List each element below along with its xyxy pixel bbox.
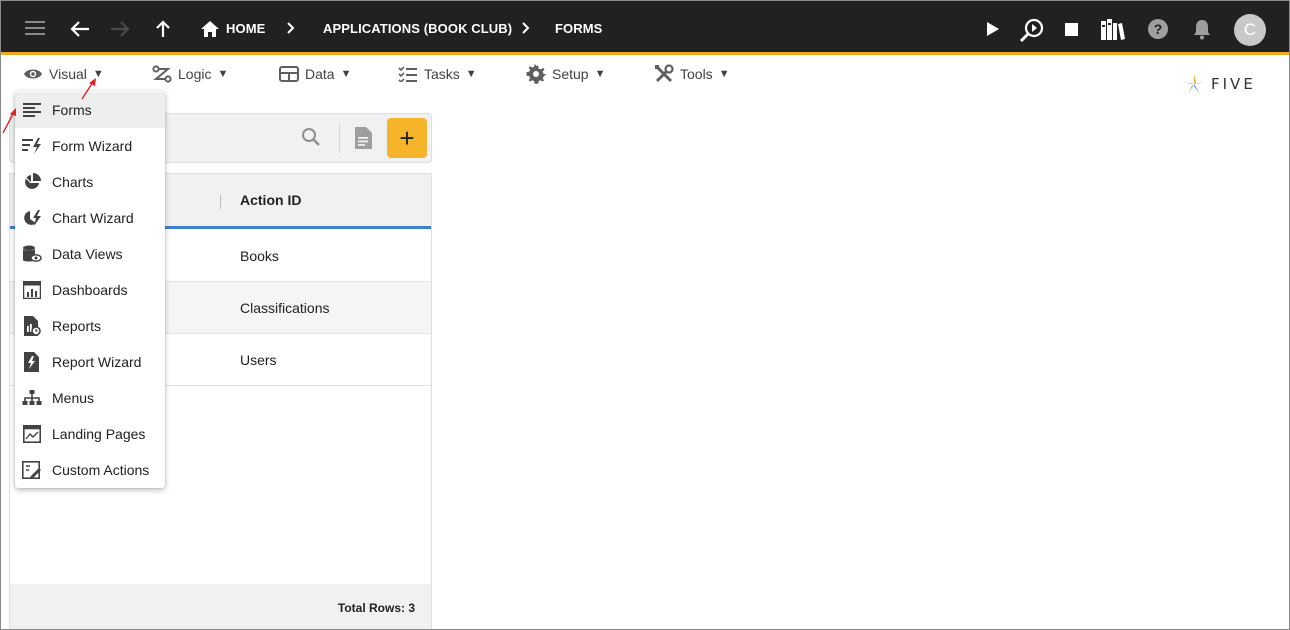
dropdown-item-label: Form Wizard (52, 138, 133, 154)
caret-down-icon: ▼ (594, 68, 606, 80)
menu-tools[interactable]: Tools ▼ (654, 63, 730, 85)
checklist-icon (398, 66, 418, 82)
table-cell: Books (240, 248, 279, 264)
document-icon[interactable] (353, 126, 373, 155)
svg-text:?: ? (1154, 21, 1163, 37)
caret-down-icon: ▼ (340, 68, 352, 80)
hamburger-menu-icon[interactable] (23, 18, 47, 38)
dropdown-item-menus[interactable]: Menus (15, 380, 165, 416)
landing-page-icon (22, 424, 42, 444)
menu-setup[interactable]: Setup ▼ (526, 63, 605, 85)
run-play-icon[interactable] (983, 18, 1003, 40)
dropdown-item-data-views[interactable]: Data Views (15, 236, 165, 272)
database-eye-icon (22, 244, 42, 264)
report-wizard-icon (22, 352, 42, 372)
dropdown-item-chart-wizard[interactable]: Chart Wizard (15, 200, 165, 236)
table-cell: Users (240, 352, 277, 368)
report-icon (22, 316, 42, 336)
table-footer: Total Rows: 3 (10, 584, 431, 629)
five-logo-text: FIVE (1211, 75, 1256, 93)
stop-icon[interactable] (1063, 21, 1079, 37)
gear-icon (526, 64, 546, 84)
dropdown-item-label: Data Views (52, 246, 123, 262)
menu-data[interactable]: Data ▼ (279, 63, 351, 85)
sitemap-icon (22, 388, 42, 408)
menu-tasks[interactable]: Tasks ▼ (398, 63, 477, 85)
pie-chart-icon (22, 172, 42, 192)
dropdown-item-label: Dashboards (52, 282, 128, 298)
top-bar: HOME APPLICATIONS (BOOK CLUB) FORMS ? C (1, 1, 1289, 55)
dropdown-item-label: Menus (52, 390, 95, 406)
inspect-search-icon[interactable] (1018, 16, 1046, 44)
breadcrumb-application[interactable]: APPLICATIONS (BOOK CLUB) (323, 1, 512, 55)
eye-icon (23, 67, 43, 81)
menu-data-label: Data (305, 66, 335, 82)
caret-down-icon: ▼ (465, 68, 477, 80)
dropdown-item-dashboards[interactable]: Dashboards (15, 272, 165, 308)
menu-tasks-label: Tasks (424, 66, 460, 82)
form-wizard-icon (22, 136, 42, 156)
dropdown-item-label: Reports (52, 318, 102, 334)
dropdown-item-report-wizard[interactable]: Report Wizard (15, 344, 165, 380)
caret-down-icon: ▼ (718, 68, 730, 80)
dropdown-item-label: Custom Actions (52, 462, 150, 478)
dropdown-item-label: Charts (52, 174, 94, 190)
forward-arrow-icon[interactable] (108, 18, 132, 40)
annotation-arrow-icon (81, 78, 96, 100)
help-icon[interactable]: ? (1146, 17, 1170, 41)
dropdown-item-landing-pages[interactable]: Landing Pages (15, 416, 165, 452)
breadcrumb-forms[interactable]: FORMS (555, 1, 602, 55)
caret-down-icon: ▼ (217, 68, 229, 80)
app-window: HOME APPLICATIONS (BOOK CLUB) FORMS ? C (0, 0, 1290, 630)
search-icon[interactable] (301, 127, 321, 152)
five-logo: FIVE (1183, 73, 1256, 95)
tools-icon (654, 64, 674, 84)
up-arrow-icon[interactable] (152, 18, 174, 40)
column-separator (220, 195, 221, 209)
menu-tools-label: Tools (680, 66, 713, 82)
table-icon (279, 66, 299, 82)
flow-icon (152, 65, 172, 83)
dropdown-item-label: Landing Pages (52, 426, 146, 442)
toolbar-divider (339, 123, 340, 153)
dropdown-item-label: Report Wizard (52, 354, 142, 370)
dropdown-item-form-wizard[interactable]: Form Wizard (15, 128, 165, 164)
dashboard-icon (22, 280, 42, 300)
home-icon[interactable] (200, 19, 220, 39)
chevron-right-icon (522, 1, 530, 55)
dropdown-item-label: Chart Wizard (52, 210, 134, 226)
dropdown-item-charts[interactable]: Charts (15, 164, 165, 200)
breadcrumb-home[interactable]: HOME (226, 1, 265, 55)
custom-action-icon (22, 460, 42, 480)
annotation-arrow-icon (2, 108, 16, 134)
notifications-bell-icon[interactable] (1191, 17, 1213, 41)
menu-setup-label: Setup (552, 66, 589, 82)
menu-logic[interactable]: Logic ▼ (152, 63, 228, 85)
library-books-icon[interactable] (1099, 17, 1127, 43)
column-header-action-id[interactable]: Action ID (240, 174, 301, 226)
user-avatar[interactable]: C (1234, 14, 1266, 46)
forms-icon (22, 100, 42, 120)
menu-logic-label: Logic (178, 66, 212, 82)
visual-dropdown-menu: Forms Form Wizard Charts Chart Wizard Da… (15, 91, 165, 488)
table-cell: Classifications (240, 300, 330, 316)
total-rows: Total Rows: 3 (337, 601, 415, 615)
chevron-right-icon (287, 1, 295, 55)
back-arrow-icon[interactable] (68, 18, 92, 40)
five-logo-mark-icon (1184, 74, 1204, 94)
dropdown-item-reports[interactable]: Reports (15, 308, 165, 344)
add-button[interactable]: + (387, 118, 427, 158)
dropdown-item-custom-actions[interactable]: Custom Actions (15, 452, 165, 488)
chart-wizard-icon (22, 208, 42, 228)
